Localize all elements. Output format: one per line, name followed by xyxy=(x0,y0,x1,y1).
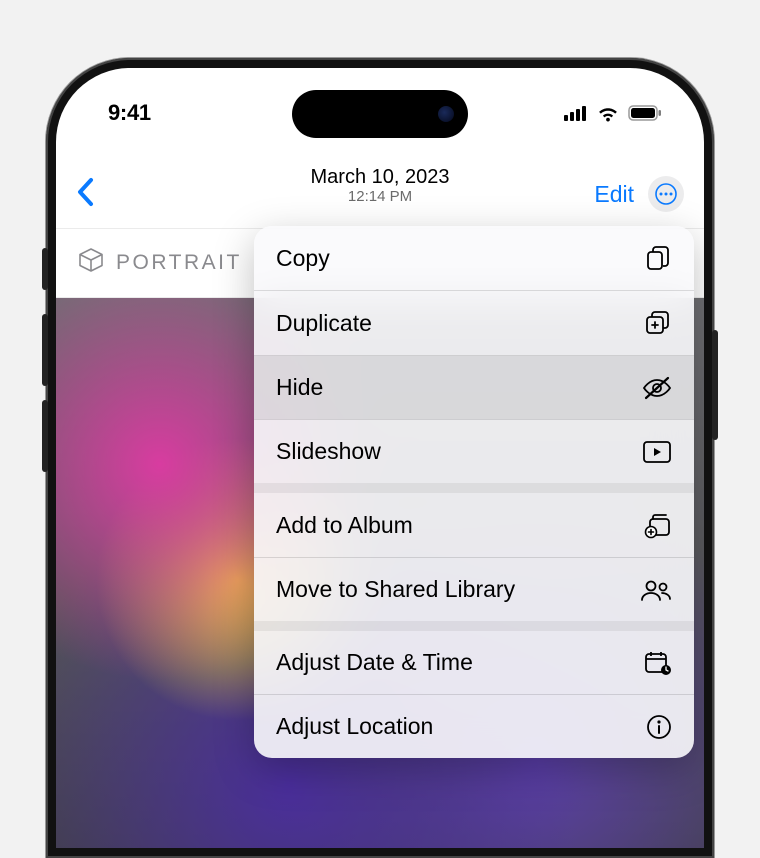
more-button[interactable] xyxy=(648,176,684,212)
menu-label: Hide xyxy=(276,374,323,401)
album-add-icon xyxy=(644,511,672,539)
title-block: March 10, 2023 12:14 PM xyxy=(311,166,450,205)
menu-add-to-album[interactable]: Add to Album xyxy=(254,493,694,557)
edit-button[interactable]: Edit xyxy=(594,181,634,208)
menu-adjust-location[interactable]: Adjust Location xyxy=(254,695,694,758)
copy-icon xyxy=(644,244,672,272)
menu-label: Add to Album xyxy=(276,512,413,539)
play-rect-icon xyxy=(642,440,672,464)
calendar-clock-icon xyxy=(644,650,672,676)
context-menu: Copy Duplicate Hide Sli xyxy=(254,226,694,758)
menu-label: Adjust Date & Time xyxy=(276,649,473,676)
volume-up-button xyxy=(42,314,48,386)
menu-duplicate[interactable]: Duplicate xyxy=(254,291,694,355)
battery-icon xyxy=(628,105,662,121)
menu-label: Copy xyxy=(276,245,330,272)
menu-move-shared-library[interactable]: Move to Shared Library xyxy=(254,558,694,621)
menu-slideshow[interactable]: Slideshow xyxy=(254,420,694,483)
screen: 9:41 March 10, 2023 12:14 PM xyxy=(56,68,704,848)
status-time: 9:41 xyxy=(108,100,151,126)
volume-button xyxy=(42,248,48,290)
hide-icon xyxy=(642,376,672,400)
back-button[interactable] xyxy=(76,177,94,212)
cellular-icon xyxy=(564,105,588,121)
power-button xyxy=(712,330,718,440)
info-icon xyxy=(646,714,672,740)
menu-label: Slideshow xyxy=(276,438,381,465)
duplicate-icon xyxy=(644,309,672,337)
people-icon xyxy=(640,578,672,602)
nav-bar: March 10, 2023 12:14 PM Edit xyxy=(56,160,704,228)
photo-date: March 10, 2023 xyxy=(311,166,450,189)
volume-down-button xyxy=(42,400,48,472)
cube-icon xyxy=(78,247,104,279)
dynamic-island xyxy=(292,90,468,138)
photo-time: 12:14 PM xyxy=(311,188,450,205)
menu-label: Move to Shared Library xyxy=(276,576,515,603)
camera-dot xyxy=(438,106,454,122)
iphone-frame: 9:41 March 10, 2023 12:14 PM xyxy=(46,58,714,858)
wifi-icon xyxy=(596,104,620,122)
menu-adjust-date-time[interactable]: Adjust Date & Time xyxy=(254,631,694,694)
menu-label: Adjust Location xyxy=(276,713,433,740)
menu-hide[interactable]: Hide xyxy=(254,356,694,419)
menu-copy[interactable]: Copy xyxy=(254,226,694,290)
portrait-label: PORTRAIT xyxy=(116,251,242,275)
menu-label: Duplicate xyxy=(276,310,372,337)
